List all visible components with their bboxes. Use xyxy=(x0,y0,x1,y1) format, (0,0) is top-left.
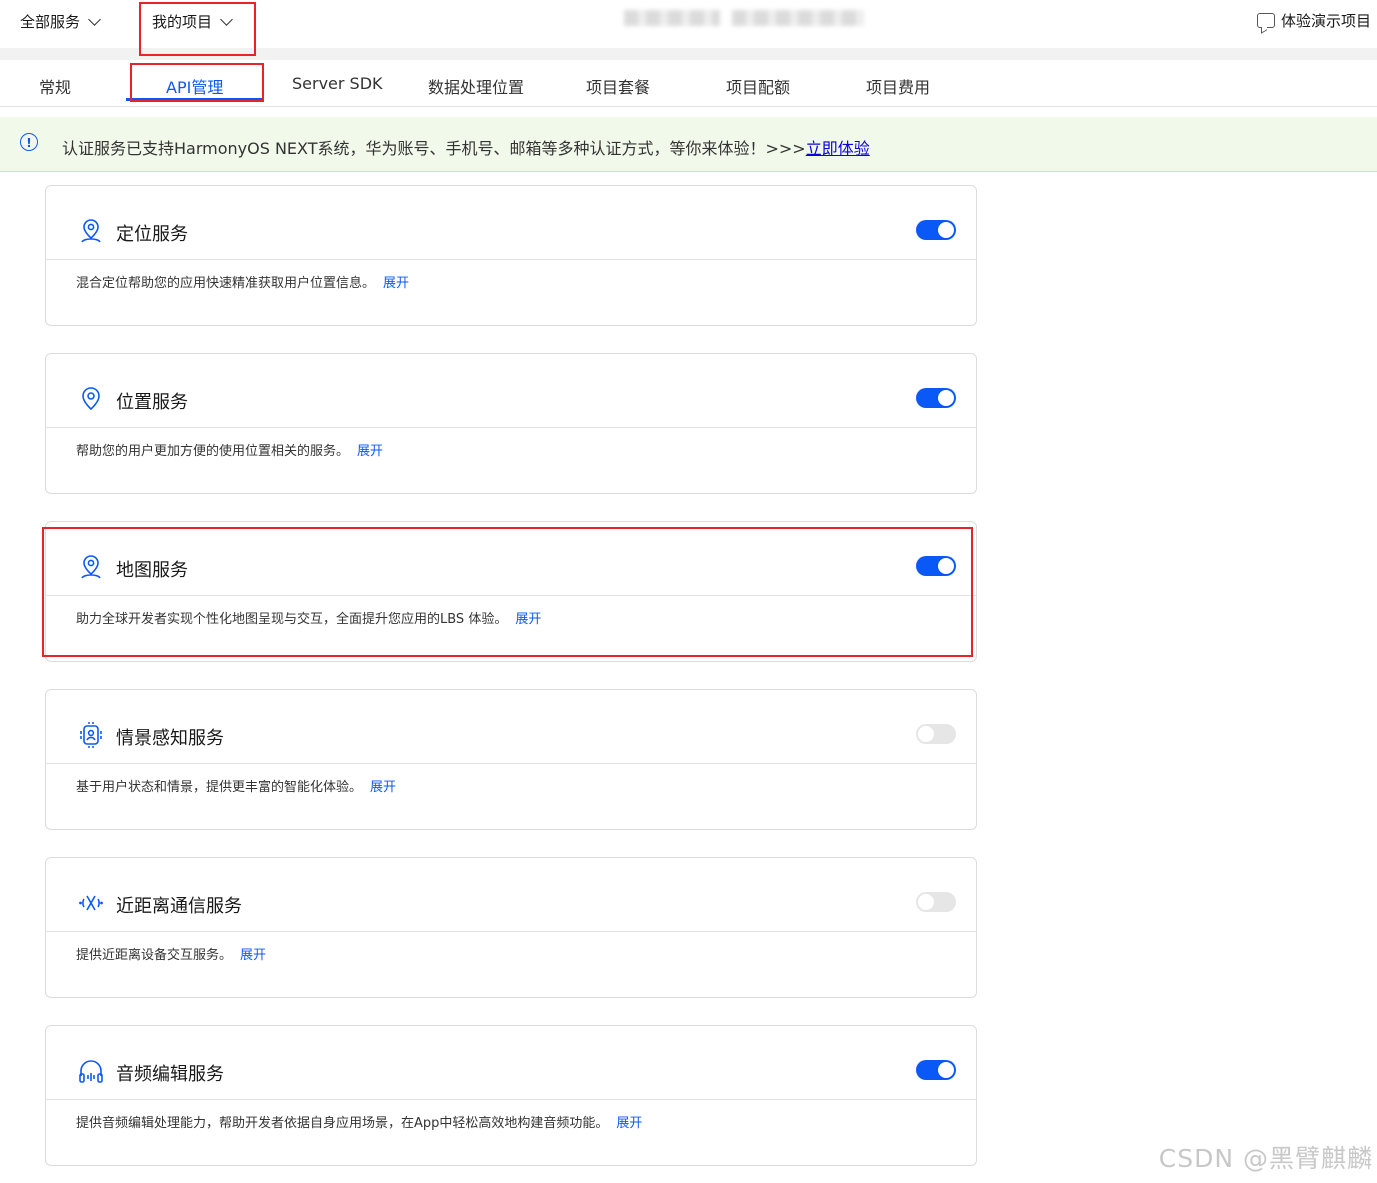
service-description: 提供近距离设备交互服务。 展开 xyxy=(76,944,266,963)
service-card-map: 地图服务 助力全球开发者实现个性化地图呈现与交互，全面提升您应用的LBS 体验。… xyxy=(45,521,977,662)
expand-link[interactable]: 展开 xyxy=(370,780,396,795)
banner-message: 认证服务已支持HarmonyOS NEXT系统，华为账号、手机号、邮箱等多种认证… xyxy=(62,135,870,159)
chat-bubble-icon xyxy=(1256,13,1275,28)
service-title: 定位服务 xyxy=(116,224,188,245)
service-description-text: 助力全球开发者实现个性化地图呈现与交互，全面提升您应用的LBS 体验。 xyxy=(76,612,508,627)
service-title: 音频编辑服务 xyxy=(116,1064,224,1085)
service-card-nearby: 近距离通信服务 提供近距离设备交互服务。 展开 xyxy=(45,857,977,998)
service-description-text: 提供近距离设备交互服务。 xyxy=(76,948,233,963)
service-description-text: 提供音频编辑处理能力，帮助开发者依据自身应用场景，在App中轻松高效地构建音频功… xyxy=(76,1116,609,1131)
expand-link[interactable]: 展开 xyxy=(616,1116,642,1131)
service-toggle[interactable] xyxy=(916,1060,956,1080)
blurred-project-name xyxy=(624,10,720,26)
service-toggle[interactable] xyxy=(916,388,956,408)
all-services-menu[interactable]: 全部服务 xyxy=(20,11,101,32)
service-description-text: 混合定位帮助您的应用快速精准获取用户位置信息。 xyxy=(76,276,376,291)
info-banner: ! 认证服务已支持HarmonyOS NEXT系统，华为账号、手机号、邮箱等多种… xyxy=(0,117,1377,172)
service-title: 位置服务 xyxy=(116,392,188,413)
my-projects-label: 我的项目 xyxy=(152,13,213,31)
nearby-signal-icon xyxy=(79,895,103,911)
service-toggle[interactable] xyxy=(916,724,956,744)
top-navbar: 全部服务 我的项目 体验演示项目 xyxy=(0,0,1377,60)
chevron-down-icon xyxy=(220,12,233,26)
tab-general[interactable]: 常规 xyxy=(39,74,71,98)
expand-link[interactable]: 展开 xyxy=(357,444,383,459)
service-toggle[interactable] xyxy=(916,220,956,240)
my-projects-menu[interactable]: 我的项目 xyxy=(152,11,233,32)
tab-project-package[interactable]: 项目套餐 xyxy=(586,74,650,98)
service-card-context-awareness: 情景感知服务 基于用户状态和情景，提供更丰富的智能化体验。 展开 xyxy=(45,689,977,830)
service-description: 基于用户状态和情景，提供更丰富的智能化体验。 展开 xyxy=(76,776,396,795)
service-description-text: 基于用户状态和情景，提供更丰富的智能化体验。 xyxy=(76,780,363,795)
location-person-icon xyxy=(81,219,101,243)
demo-project-link[interactable]: 体验演示项目 xyxy=(1256,10,1371,31)
demo-project-label: 体验演示项目 xyxy=(1280,12,1371,30)
service-title: 近距离通信服务 xyxy=(116,896,242,917)
tab-server-sdk[interactable]: Server SDK xyxy=(292,74,383,93)
service-title: 地图服务 xyxy=(116,560,188,581)
service-description-text: 帮助您的用户更加方便的使用位置相关的服务。 xyxy=(76,444,350,459)
tab-project-quota[interactable]: 项目配额 xyxy=(726,74,790,98)
all-services-label: 全部服务 xyxy=(20,13,81,31)
service-card-audio-editor: 音频编辑服务 提供音频编辑处理能力，帮助开发者依据自身应用场景，在App中轻松高… xyxy=(45,1025,977,1166)
service-card-location: 定位服务 混合定位帮助您的应用快速精准获取用户位置信息。 展开 xyxy=(45,185,977,326)
tab-project-cost[interactable]: 项目费用 xyxy=(866,74,930,98)
tab-data-location[interactable]: 数据处理位置 xyxy=(428,74,524,98)
location-pin-icon xyxy=(82,387,100,411)
chevron-down-icon xyxy=(88,12,101,26)
expand-link[interactable]: 展开 xyxy=(383,276,409,291)
blurred-project-id xyxy=(732,10,864,26)
context-awareness-icon xyxy=(80,722,102,748)
banner-text: 认证服务已支持HarmonyOS NEXT系统，华为账号、手机号、邮箱等多种认证… xyxy=(62,139,806,158)
service-description: 帮助您的用户更加方便的使用位置相关的服务。 展开 xyxy=(76,440,383,459)
service-card-position: 位置服务 帮助您的用户更加方便的使用位置相关的服务。 展开 xyxy=(45,353,977,494)
service-description: 提供音频编辑处理能力，帮助开发者依据自身应用场景，在App中轻松高效地构建音频功… xyxy=(76,1112,642,1131)
nav-separator xyxy=(0,48,1377,60)
service-description: 混合定位帮助您的应用快速精准获取用户位置信息。 展开 xyxy=(76,272,409,291)
expand-link[interactable]: 展开 xyxy=(240,948,266,963)
try-now-link[interactable]: 立即体验 xyxy=(806,139,870,158)
headphones-icon xyxy=(79,1060,103,1083)
watermark: CSDN @黑臂麒麟 xyxy=(1158,1144,1373,1173)
map-person-icon xyxy=(81,555,101,579)
tab-api-management[interactable]: API管理 xyxy=(166,74,223,98)
info-icon: ! xyxy=(20,133,38,151)
service-description: 助力全球开发者实现个性化地图呈现与交互，全面提升您应用的LBS 体验。 展开 xyxy=(76,608,541,627)
expand-link[interactable]: 展开 xyxy=(515,612,541,627)
active-tab-indicator xyxy=(126,98,264,101)
service-title: 情景感知服务 xyxy=(116,728,224,749)
service-toggle[interactable] xyxy=(916,556,956,576)
service-toggle[interactable] xyxy=(916,892,956,912)
